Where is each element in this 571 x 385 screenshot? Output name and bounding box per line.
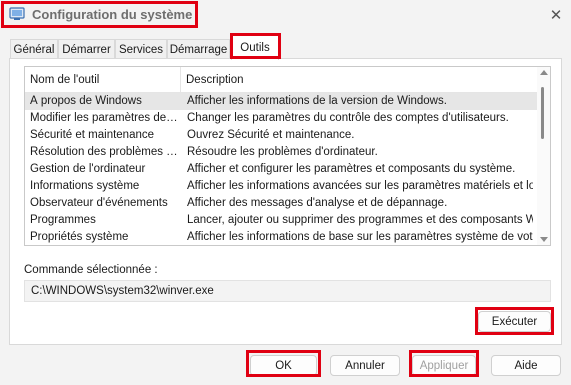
tool-row[interactable]: Résolution des problèmes Wi... Résoudre …	[25, 144, 537, 161]
column-header-description[interactable]: Description	[181, 67, 537, 93]
tool-row[interactable]: Modifier les paramètres de c... Changer …	[25, 110, 537, 127]
tool-name: Gestion de l'ordinateur	[30, 163, 146, 175]
tool-row[interactable]: Informations système Afficher les inform…	[25, 178, 537, 195]
scroll-down-arrow-icon[interactable]	[540, 237, 548, 242]
apply-button-highlight-box	[409, 350, 479, 377]
tool-description: Ouvrez Sécurité et maintenance.	[187, 129, 355, 141]
tool-row[interactable]: Programmes Lancer, ajouter ou supprimer …	[25, 212, 537, 229]
ok-button-highlight-box	[246, 350, 321, 377]
title-bar[interactable]: Configuration du système ✕	[0, 0, 571, 31]
tab-demarrer[interactable]: Démarrer	[58, 39, 115, 59]
system-config-icon	[9, 7, 25, 21]
tool-row[interactable]: Observateur d'événements Afficher des me…	[25, 195, 537, 212]
tool-name: Propriétés système	[30, 231, 129, 243]
run-button-highlight-box	[475, 307, 554, 335]
vertical-scrollbar[interactable]	[537, 67, 550, 245]
tab-outils-highlight-box	[230, 33, 281, 59]
selected-command-label: Commande sélectionnée :	[24, 264, 158, 276]
window-title: Configuration du système	[32, 7, 193, 22]
list-header: Nom de l'outil Description	[25, 67, 537, 93]
close-icon[interactable]: ✕	[545, 4, 567, 26]
tool-row[interactable]: Gestion de l'ordinateur Afficher et conf…	[25, 161, 537, 178]
tab-general[interactable]: Général	[10, 39, 58, 59]
tool-description: Résoudre les problèmes d'ordinateur.	[187, 146, 378, 158]
tool-description: Afficher des messages d'analyse et de dé…	[187, 197, 448, 209]
tool-description: Afficher et configurer les paramètres et…	[187, 163, 516, 175]
tool-description: Afficher les informations de base sur le…	[187, 231, 533, 243]
tool-row[interactable]: À propos de Windows Afficher les informa…	[25, 93, 537, 110]
column-header-name[interactable]: Nom de l'outil	[25, 67, 181, 93]
tool-name: Modifier les paramètres de c...	[30, 112, 180, 124]
scroll-up-arrow-icon[interactable]	[540, 70, 548, 75]
tool-row[interactable]: Sécurité et maintenance Ouvrez Sécurité …	[25, 127, 537, 144]
tool-row[interactable]: Propriétés système Afficher les informat…	[25, 229, 537, 245]
tool-name: Sécurité et maintenance	[30, 129, 155, 141]
tab-demarrage[interactable]: Démarrage	[167, 39, 230, 59]
tool-description: Changer les paramètres du contrôle des c…	[187, 112, 509, 124]
tab-services[interactable]: Services	[115, 39, 167, 59]
tool-name: Résolution des problèmes Wi...	[30, 146, 180, 158]
tool-name: Informations système	[30, 180, 140, 192]
tool-name: Observateur d'événements	[30, 197, 168, 209]
tool-description: Afficher les informations de la version …	[187, 95, 447, 107]
cancel-button[interactable]: Annuler	[330, 355, 400, 376]
tools-list[interactable]: Nom de l'outil Description À propos de W…	[24, 66, 551, 246]
tool-name: Programmes	[30, 214, 96, 226]
selected-command-field[interactable]: C:\WINDOWS\system32\winver.exe	[24, 280, 551, 302]
tool-description: Afficher les informations avancées sur l…	[187, 180, 533, 192]
help-button[interactable]: Aide	[491, 355, 561, 376]
tool-description: Lancer, ajouter ou supprimer des program…	[187, 214, 533, 226]
tool-name: À propos de Windows	[30, 95, 142, 107]
scrollbar-thumb[interactable]	[541, 87, 544, 139]
